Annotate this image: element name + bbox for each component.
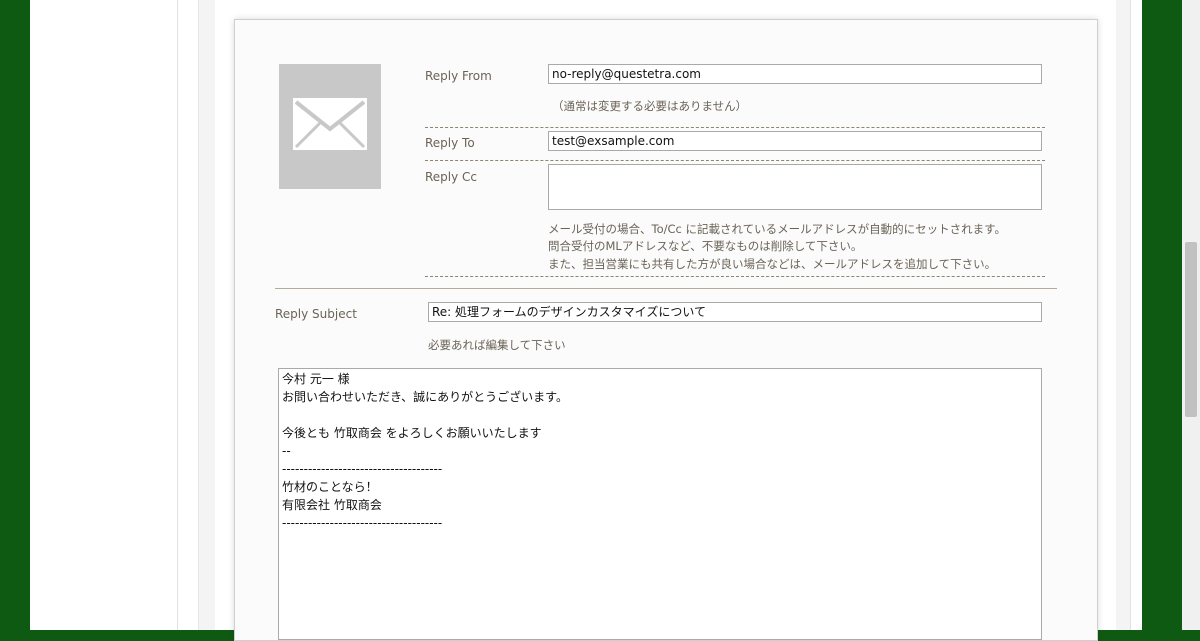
body-line [282,406,1032,424]
divider-dashed [425,160,1045,161]
scrollbar-thumb[interactable] [1185,242,1197,417]
body-line: 今後とも 竹取商会 をよろしくお願いいたします [282,426,542,440]
reply-cc-note-3: また、担当営業にも共有した方が良い場合などは、メールアドレスを追加して下さい。 [548,257,997,271]
reply-subject-note: 必要あれば編集して下さい [428,338,566,352]
divider-dashed [425,276,1045,277]
reply-body-text: 今村 元一 様 お問い合わせいただき、誠にありがとうございます。 今後とも 竹取… [282,370,1032,532]
reply-cc-note-2: 問合受付のMLアドレスなど、不要なものは削除して下さい。 [548,239,863,253]
stamp-perforation [276,61,384,192]
body-line: 竹材のことなら！ [282,480,378,494]
body-line: -- [282,444,291,458]
body-line: ------------------------------------- [282,516,443,530]
body-line: ------------------------------------- [282,462,443,476]
reply-from-input[interactable]: no-reply@questetra.com [548,64,1042,84]
reply-subject-input[interactable]: Re: 処理フォームのデザインカスタマイズについて [428,302,1042,322]
reply-from-label: Reply From [425,69,492,83]
reply-subject-label: Reply Subject [275,307,357,321]
divider-dashed [425,127,1045,128]
reply-to-label: Reply To [425,136,475,150]
reply-cc-note-1: メール受付の場合、To/Cc に記載されているメールアドレスが自動的にセットされ… [548,222,1006,236]
left-gutter [198,0,215,630]
body-line: 今村 元一 様 [282,372,350,386]
reply-cc-textarea[interactable] [548,164,1042,210]
column-divider [177,0,178,630]
body-line: お問い合わせいただき、誠にありがとうございます。 [282,390,568,404]
reply-cc-label: Reply Cc [425,170,478,184]
section-divider [275,288,1057,289]
reply-from-note: （通常は変更する必要はありません） [552,99,748,113]
body-line: 有限会社 竹取商会 [282,498,382,512]
reply-to-input[interactable]: test@exsample.com [548,131,1042,151]
right-gutter [1116,0,1131,630]
